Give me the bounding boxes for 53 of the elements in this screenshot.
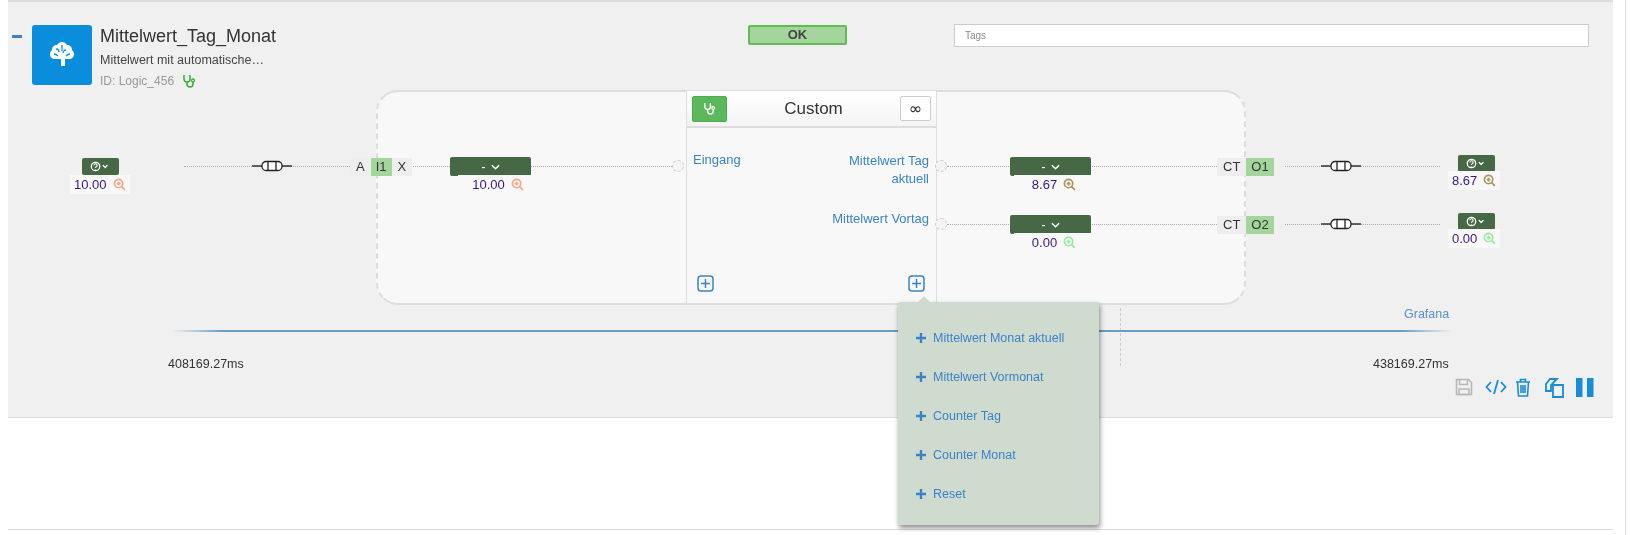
plus-icon <box>916 332 926 343</box>
value-dropdown[interactable]: - <box>1010 157 1091 176</box>
pin-label[interactable]: A <box>350 158 371 176</box>
plus-icon <box>916 449 926 460</box>
resistor-icon <box>252 160 292 172</box>
output-port-label[interactable]: Mittelwert Vortag <box>832 210 929 228</box>
pin-label[interactable]: CT <box>1217 158 1247 176</box>
zoom-icon[interactable] <box>1483 174 1497 187</box>
value-text: 10.00 <box>472 177 505 192</box>
block-description: Mittelwert mit automatische… <box>100 53 265 67</box>
loop-button[interactable]: ∞ <box>900 96 931 121</box>
tags-field[interactable]: Tags <box>954 24 1589 47</box>
value-text: 0.00 <box>1452 231 1478 246</box>
stethoscope-icon[interactable] <box>182 74 197 88</box>
plus-icon <box>916 488 926 499</box>
stethoscope-icon <box>703 102 716 115</box>
caret-icon <box>1050 221 1060 228</box>
zoom-icon[interactable] <box>510 178 524 191</box>
type-dropdown[interactable] <box>82 158 119 175</box>
value-text: 8.67 <box>1031 177 1058 192</box>
resistor-icon <box>1321 218 1361 230</box>
add-output-icon[interactable] <box>908 275 925 292</box>
value-text: 10.00 <box>74 177 107 192</box>
code-icon[interactable] <box>1485 378 1507 396</box>
value-dropdown[interactable]: - <box>450 157 531 176</box>
pin-label[interactable]: O1 <box>1246 158 1274 176</box>
debug-button[interactable] <box>692 95 727 122</box>
copy-icon[interactable] <box>1545 378 1565 398</box>
zoom-icon[interactable] <box>1063 178 1077 191</box>
pin-label[interactable]: O2 <box>1246 216 1274 234</box>
caret-icon <box>490 163 500 170</box>
resistor-icon <box>1321 160 1361 172</box>
pin-label[interactable]: I1 <box>370 158 392 176</box>
output-port-label[interactable]: Mittelwert Tag aktuell <box>811 152 929 188</box>
pin-label[interactable]: X <box>391 158 413 176</box>
plus-icon <box>916 410 926 421</box>
value-text: 0.00 <box>1031 235 1058 250</box>
value-text: 8.67 <box>1452 173 1478 188</box>
add-input-icon[interactable] <box>697 275 714 292</box>
end-time: 438169.27ms <box>1373 357 1449 371</box>
start-time: 408169.27ms <box>168 357 244 371</box>
pin-label[interactable]: CT <box>1217 216 1247 234</box>
value-dropdown[interactable]: - <box>1010 215 1091 234</box>
input-port-label[interactable]: Eingang <box>693 152 741 167</box>
section-title: Custom <box>784 98 843 119</box>
zoom-icon[interactable] <box>112 178 126 191</box>
caret-icon <box>1050 163 1060 170</box>
status-badge: OK <box>748 25 847 45</box>
block-title: Mittelwert_Tag_Monat <box>100 26 278 47</box>
block-id: ID: Logic_456 <box>100 74 175 88</box>
plus-icon <box>916 371 926 382</box>
pause-icon[interactable] <box>1576 378 1594 397</box>
trash-icon[interactable] <box>1515 378 1531 397</box>
